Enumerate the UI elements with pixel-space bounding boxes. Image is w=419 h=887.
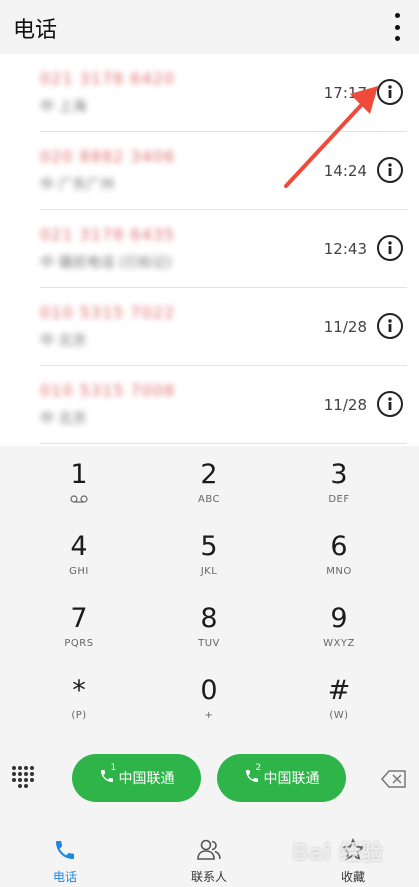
key-letters: WXYZ	[323, 638, 355, 649]
key-4[interactable]: 4 GHI	[14, 518, 144, 590]
call-number: 010 5315 7008	[40, 381, 176, 400]
call-time: 12:43	[323, 240, 367, 258]
call-number: 021 3178 6420	[40, 69, 176, 88]
call-time: 11/28	[323, 318, 367, 336]
key-letters: GHI	[69, 566, 89, 577]
key-digit: 5	[200, 531, 218, 562]
nav-label: 联系人	[190, 870, 227, 884]
key-2[interactable]: 2 ABC	[144, 446, 274, 518]
key-9[interactable]: 9 WXYZ	[274, 590, 404, 662]
key-digit: 3	[330, 459, 348, 490]
call-location: 中 骚扰电话 (已标记)	[40, 255, 172, 271]
more-vert-icon[interactable]	[389, 13, 405, 41]
info-icon[interactable]	[377, 235, 403, 261]
key-letters: JKL	[200, 566, 218, 577]
sim-slot-label: 1	[110, 763, 117, 773]
key-1[interactable]: 1	[14, 446, 144, 518]
carrier-label: 中国联通	[263, 771, 320, 787]
annotation-arrow-icon	[284, 86, 378, 188]
key-digit: 1	[70, 459, 88, 490]
key-6[interactable]: 6 MNO	[274, 518, 404, 590]
call-location: 中 北京	[40, 411, 87, 427]
key-5[interactable]: 5 JKL	[144, 518, 274, 590]
key-letters: +	[204, 710, 214, 721]
nav-phone[interactable]: 电话	[20, 838, 110, 885]
nav-contacts[interactable]: 联系人	[164, 838, 254, 885]
phone-icon	[56, 841, 74, 859]
key-0[interactable]: 0 +	[144, 662, 274, 734]
key-8[interactable]: 8 TUV	[144, 590, 274, 662]
page-title: 电话	[13, 18, 58, 43]
key-letters: (P)	[71, 710, 87, 721]
contacts-icon	[197, 839, 221, 860]
bottom-nav: 电话 联系人 收藏 Bai 经验	[0, 832, 419, 887]
hide-keypad-icon[interactable]	[12, 766, 34, 788]
info-icon[interactable]	[377, 313, 403, 339]
call-sim2-button[interactable]: 2 中国联通	[217, 754, 346, 802]
info-icon[interactable]	[377, 391, 403, 417]
call-number: 021 3178 6435	[40, 225, 176, 244]
key-3[interactable]: 3 DEF	[274, 446, 404, 518]
key-letters: TUV	[198, 638, 220, 649]
key-letters: MNO	[326, 566, 352, 577]
watermark: Bai 经验	[292, 841, 383, 866]
info-icon[interactable]	[377, 157, 403, 183]
carrier-label: 中国联通	[118, 771, 175, 787]
divider	[40, 443, 407, 444]
call-location: 中 北京	[40, 333, 87, 349]
call-sim1-button[interactable]: 1 中国联通	[72, 754, 201, 802]
call-location: 中 上海	[40, 99, 87, 115]
key-digit: 4	[70, 531, 88, 562]
call-log-row[interactable]: 021 3178 6435 中 骚扰电话 (已标记) 12:43	[0, 210, 419, 288]
dial-keypad: 1 2 ABC 3 DEF 4 GHI 5 JKL 6 MNO 7 PQRS 8…	[0, 446, 419, 746]
app-header: 电话	[0, 0, 419, 54]
key-digit: 2	[200, 459, 218, 490]
key-letters: DEF	[328, 494, 350, 505]
key-letters: (W)	[329, 710, 349, 721]
dial-action-row: 1 中国联通 2 中国联通	[0, 752, 419, 808]
call-log-row[interactable]: 010 5315 7008 中 北京 11/28	[0, 366, 419, 444]
key-digit: 0	[200, 675, 218, 706]
key-digit: 9	[330, 603, 348, 634]
voicemail-icon	[70, 495, 88, 503]
call-time: 11/28	[323, 396, 367, 414]
call-location: 中 广东广州	[40, 177, 115, 193]
phone-icon: 1	[99, 763, 116, 788]
sim-slot-label: 2	[255, 763, 262, 773]
key-7[interactable]: 7 PQRS	[14, 590, 144, 662]
nav-label: 电话	[52, 870, 77, 884]
call-number: 020 8882 3406	[40, 147, 176, 166]
backspace-icon[interactable]	[381, 770, 407, 788]
key-digit: 8	[200, 603, 218, 634]
key-digit: #	[327, 675, 351, 706]
key-digit: *	[72, 675, 86, 706]
call-log-row[interactable]: 010 5315 7022 中 北京 11/28	[0, 288, 419, 366]
key-star[interactable]: * (P)	[14, 662, 144, 734]
key-digit: 7	[70, 603, 88, 634]
nav-label: 收藏	[340, 870, 365, 884]
phone-icon: 2	[244, 763, 261, 788]
info-icon[interactable]	[377, 79, 403, 105]
key-letters: PQRS	[64, 638, 94, 649]
call-number: 010 5315 7022	[40, 303, 176, 322]
key-digit: 6	[330, 531, 348, 562]
key-letters: ABC	[197, 494, 220, 505]
key-hash[interactable]: # (W)	[274, 662, 404, 734]
